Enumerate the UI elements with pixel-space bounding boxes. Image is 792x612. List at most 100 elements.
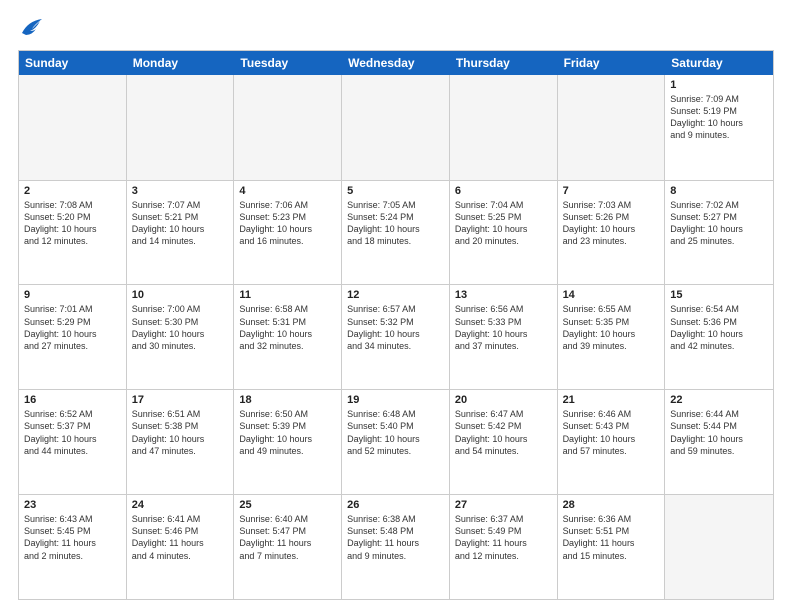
day-info: Sunrise: 6:55 AM Sunset: 5:35 PM Dayligh… <box>563 303 660 352</box>
day-number: 6 <box>455 185 552 197</box>
day-info: Sunrise: 6:50 AM Sunset: 5:39 PM Dayligh… <box>239 408 336 457</box>
day-info: Sunrise: 6:46 AM Sunset: 5:43 PM Dayligh… <box>563 408 660 457</box>
weekday-header: Tuesday <box>234 51 342 75</box>
day-number: 3 <box>132 185 229 197</box>
day-number: 7 <box>563 185 660 197</box>
weekday-header: Saturday <box>665 51 773 75</box>
calendar-cell: 21Sunrise: 6:46 AM Sunset: 5:43 PM Dayli… <box>558 390 666 494</box>
calendar-cell: 27 Sunrise: 6:37 AM Sunset: 5:49 PM Dayli… <box>450 495 558 599</box>
day-info: Sunrise: 7:05 AM Sunset: 5:24 PM Dayligh… <box>347 199 444 248</box>
calendar-row: 2 Sunrise: 7:08 AM Sunset: 5:20 PM Daylig… <box>19 180 773 285</box>
day-info: Sunrise: 6:52 AM Sunset: 5:37 PM Dayligh… <box>24 408 121 457</box>
calendar-cell: 26 Sunrise: 6:38 AM Sunset: 5:48 PM Dayli… <box>342 495 450 599</box>
day-info: Sunrise: 6:51 AM Sunset: 5:38 PM Dayligh… <box>132 408 229 457</box>
calendar-cell <box>450 75 558 180</box>
calendar-cell: 6 Sunrise: 7:04 AM Sunset: 5:25 PM Daylig… <box>450 181 558 285</box>
logo <box>18 22 42 42</box>
weekday-header: Thursday <box>450 51 558 75</box>
calendar-cell: 7 Sunrise: 7:03 AM Sunset: 5:26 PM Daylig… <box>558 181 666 285</box>
day-number: 2 <box>24 185 121 197</box>
day-info: Sunrise: 7:02 AM Sunset: 5:27 PM Dayligh… <box>670 199 768 248</box>
day-number: 16 <box>24 394 121 406</box>
calendar-cell <box>558 75 666 180</box>
day-number: 4 <box>239 185 336 197</box>
weekday-header: Monday <box>127 51 235 75</box>
day-info: Sunrise: 7:00 AM Sunset: 5:30 PM Dayligh… <box>132 303 229 352</box>
day-info: Sunrise: 6:37 AM Sunset: 5:49 PM Dayligh… <box>455 513 552 562</box>
day-number: 14 <box>563 289 660 301</box>
calendar-cell: 15 Sunrise: 6:54 AM Sunset: 5:36 PM Dayli… <box>665 285 773 389</box>
calendar-cell: 17 Sunrise: 6:51 AM Sunset: 5:38 PM Dayli… <box>127 390 235 494</box>
calendar-row: 16 Sunrise: 6:52 AM Sunset: 5:37 PM Dayli… <box>19 389 773 494</box>
calendar-cell: 9Sunrise: 7:01 AM Sunset: 5:29 PM Daylig… <box>19 285 127 389</box>
day-info: Sunrise: 6:40 AM Sunset: 5:47 PM Dayligh… <box>239 513 336 562</box>
day-info: Sunrise: 7:09 AM Sunset: 5:19 PM Dayligh… <box>670 93 768 142</box>
calendar-cell: 8Sunrise: 7:02 AM Sunset: 5:27 PM Daylig… <box>665 181 773 285</box>
day-info: Sunrise: 6:57 AM Sunset: 5:32 PM Dayligh… <box>347 303 444 352</box>
calendar-row: 1 Sunrise: 7:09 AM Sunset: 5:19 PM Daylig… <box>19 75 773 180</box>
day-number: 25 <box>239 499 336 511</box>
calendar-body: 1 Sunrise: 7:09 AM Sunset: 5:19 PM Daylig… <box>19 75 773 599</box>
day-number: 15 <box>670 289 768 301</box>
calendar: SundayMondayTuesdayWednesdayThursdayFrid… <box>18 50 774 600</box>
day-number: 22 <box>670 394 768 406</box>
day-info: Sunrise: 6:58 AM Sunset: 5:31 PM Dayligh… <box>239 303 336 352</box>
calendar-cell: 20 Sunrise: 6:47 AM Sunset: 5:42 PM Dayli… <box>450 390 558 494</box>
day-number: 19 <box>347 394 444 406</box>
day-info: Sunrise: 6:44 AM Sunset: 5:44 PM Dayligh… <box>670 408 768 457</box>
calendar-cell: 16 Sunrise: 6:52 AM Sunset: 5:37 PM Dayli… <box>19 390 127 494</box>
day-info: Sunrise: 7:06 AM Sunset: 5:23 PM Dayligh… <box>239 199 336 248</box>
day-info: Sunrise: 6:38 AM Sunset: 5:48 PM Dayligh… <box>347 513 444 562</box>
day-info: Sunrise: 6:43 AM Sunset: 5:45 PM Dayligh… <box>24 513 121 562</box>
calendar-cell: 11 Sunrise: 6:58 AM Sunset: 5:31 PM Dayli… <box>234 285 342 389</box>
day-number: 26 <box>347 499 444 511</box>
day-number: 17 <box>132 394 229 406</box>
calendar-cell: 28 Sunrise: 6:36 AM Sunset: 5:51 PM Dayli… <box>558 495 666 599</box>
day-info: Sunrise: 6:56 AM Sunset: 5:33 PM Dayligh… <box>455 303 552 352</box>
calendar-cell <box>342 75 450 180</box>
day-number: 20 <box>455 394 552 406</box>
calendar-cell <box>234 75 342 180</box>
day-number: 10 <box>132 289 229 301</box>
calendar-cell: 23 Sunrise: 6:43 AM Sunset: 5:45 PM Dayli… <box>19 495 127 599</box>
calendar-page: SundayMondayTuesdayWednesdayThursdayFrid… <box>0 0 792 612</box>
weekday-header: Wednesday <box>342 51 450 75</box>
day-info: Sunrise: 6:54 AM Sunset: 5:36 PM Dayligh… <box>670 303 768 352</box>
calendar-cell: 10 Sunrise: 7:00 AM Sunset: 5:30 PM Dayli… <box>127 285 235 389</box>
calendar-cell: 12 Sunrise: 6:57 AM Sunset: 5:32 PM Dayli… <box>342 285 450 389</box>
calendar-cell: 1 Sunrise: 7:09 AM Sunset: 5:19 PM Daylig… <box>665 75 773 180</box>
logo-bird-icon <box>20 19 42 37</box>
day-number: 1 <box>670 79 768 91</box>
day-number: 13 <box>455 289 552 301</box>
day-number: 27 <box>455 499 552 511</box>
day-info: Sunrise: 7:03 AM Sunset: 5:26 PM Dayligh… <box>563 199 660 248</box>
day-number: 11 <box>239 289 336 301</box>
calendar-cell: 13 Sunrise: 6:56 AM Sunset: 5:33 PM Dayli… <box>450 285 558 389</box>
calendar-cell: 5 Sunrise: 7:05 AM Sunset: 5:24 PM Daylig… <box>342 181 450 285</box>
calendar-cell: 24Sunrise: 6:41 AM Sunset: 5:46 PM Dayli… <box>127 495 235 599</box>
day-info: Sunrise: 7:08 AM Sunset: 5:20 PM Dayligh… <box>24 199 121 248</box>
calendar-row: 23 Sunrise: 6:43 AM Sunset: 5:45 PM Dayli… <box>19 494 773 599</box>
day-number: 12 <box>347 289 444 301</box>
calendar-cell: 4 Sunrise: 7:06 AM Sunset: 5:23 PM Daylig… <box>234 181 342 285</box>
logo-text <box>18 22 42 42</box>
weekday-header: Sunday <box>19 51 127 75</box>
calendar-header: SundayMondayTuesdayWednesdayThursdayFrid… <box>19 51 773 75</box>
day-info: Sunrise: 7:04 AM Sunset: 5:25 PM Dayligh… <box>455 199 552 248</box>
calendar-row: 9Sunrise: 7:01 AM Sunset: 5:29 PM Daylig… <box>19 284 773 389</box>
day-number: 23 <box>24 499 121 511</box>
calendar-cell: 2 Sunrise: 7:08 AM Sunset: 5:20 PM Daylig… <box>19 181 127 285</box>
calendar-cell: 19Sunrise: 6:48 AM Sunset: 5:40 PM Dayli… <box>342 390 450 494</box>
calendar-cell: 22 Sunrise: 6:44 AM Sunset: 5:44 PM Dayli… <box>665 390 773 494</box>
day-number: 28 <box>563 499 660 511</box>
calendar-cell <box>665 495 773 599</box>
day-info: Sunrise: 6:47 AM Sunset: 5:42 PM Dayligh… <box>455 408 552 457</box>
calendar-cell: 14 Sunrise: 6:55 AM Sunset: 5:35 PM Dayli… <box>558 285 666 389</box>
day-info: Sunrise: 6:36 AM Sunset: 5:51 PM Dayligh… <box>563 513 660 562</box>
calendar-cell <box>127 75 235 180</box>
day-info: Sunrise: 7:07 AM Sunset: 5:21 PM Dayligh… <box>132 199 229 248</box>
day-number: 18 <box>239 394 336 406</box>
calendar-cell <box>19 75 127 180</box>
day-number: 9 <box>24 289 121 301</box>
day-number: 5 <box>347 185 444 197</box>
